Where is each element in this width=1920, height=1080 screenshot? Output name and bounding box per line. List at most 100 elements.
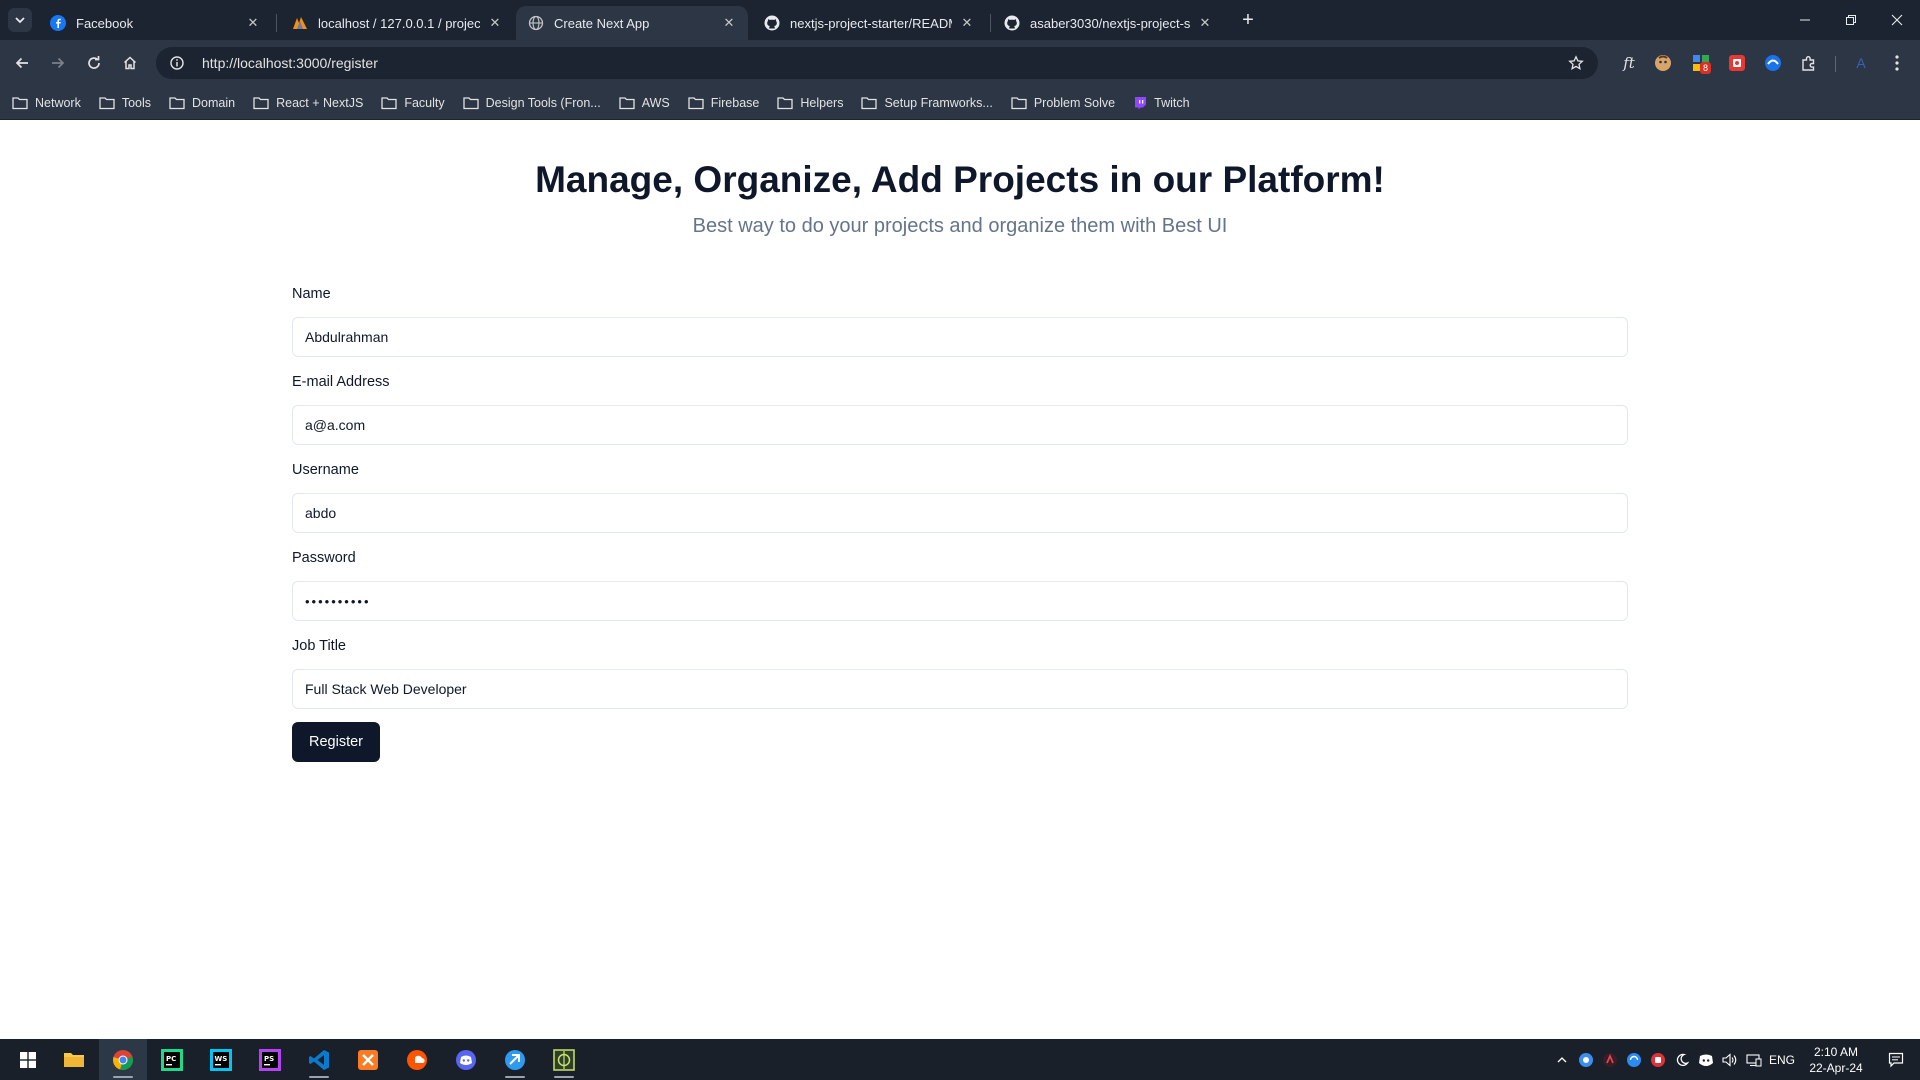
svg-text:PS: PS [264, 1055, 274, 1063]
tab-title: Create Next App [554, 15, 650, 31]
bookmark-folder-aws[interactable]: AWS [619, 96, 670, 110]
tray-discord[interactable] [1695, 1039, 1717, 1080]
close-window-button[interactable] [1874, 0, 1920, 40]
taskbar-phpstorm[interactable]: PS [246, 1039, 294, 1080]
tab-search-button[interactable] [8, 8, 32, 32]
recorder-extension-icon[interactable] [1726, 52, 1748, 74]
bookmark-folder-react-nextjs[interactable]: React + NextJS [253, 96, 363, 110]
active-indicator [309, 1076, 329, 1078]
language-indicator[interactable]: ENG [1767, 1039, 1797, 1080]
password-input[interactable]: •••••••••• [292, 581, 1628, 621]
pycharm-icon: PC [161, 1048, 183, 1071]
taskbar-app[interactable] [491, 1039, 539, 1080]
reload-button[interactable] [81, 50, 107, 76]
bookmark-label: AWS [641, 95, 670, 110]
pencil-app-icon [553, 1048, 575, 1071]
taskbar-pycharm[interactable]: PC [148, 1039, 196, 1080]
bookmark-folder-helpers[interactable]: Helpers [777, 96, 843, 110]
taskbar-xampp[interactable] [344, 1039, 392, 1080]
tab-facebook[interactable]: Facebook ✕ [38, 6, 272, 40]
site-info-icon[interactable] [160, 47, 194, 79]
tray-red-app[interactable] [1599, 1039, 1621, 1080]
tray-record-app[interactable] [1647, 1039, 1669, 1080]
name-field-group: Name Abdulrahman [292, 286, 1628, 357]
bookmark-folder-faculty[interactable]: Faculty [381, 96, 445, 110]
tab-phpmyadmin[interactable]: localhost / 127.0.0.1 / project-m ✕ [280, 6, 514, 40]
volume-button[interactable] [1719, 1039, 1741, 1080]
taskbar: PC WS PS ENG 2:10 AM 22-Apr-24 [0, 1039, 1920, 1080]
clock[interactable]: 2:10 AM 22-Apr-24 [1800, 1044, 1872, 1076]
taskbar-discord[interactable] [442, 1039, 490, 1080]
tray-blue-app[interactable] [1575, 1039, 1597, 1080]
tab-github-readme[interactable]: nextjs-project-starter/READMI ✕ [752, 6, 986, 40]
folder-icon [1011, 96, 1027, 109]
home-button[interactable] [117, 50, 143, 76]
tab-create-next-app[interactable]: Create Next App ✕ [516, 6, 748, 40]
bookmark-label: Tools [121, 95, 152, 110]
close-icon[interactable]: ✕ [958, 14, 976, 32]
speaker-icon [1722, 1052, 1737, 1067]
reload-icon [88, 56, 100, 69]
forward-button[interactable] [45, 50, 71, 76]
bookmark-folder-setup-framworks[interactable]: Setup Framworks... [861, 96, 993, 110]
clock-time: 2:10 AM [1813, 1045, 1859, 1059]
puzzle-icon[interactable] [1798, 52, 1820, 74]
tab-divider [990, 14, 991, 32]
vscode-icon [309, 1049, 329, 1070]
close-icon[interactable]: ✕ [720, 14, 738, 32]
tab-github-repo[interactable]: asaber3030/nextjs-project-star ✕ [992, 6, 1224, 40]
register-button[interactable]: Register [292, 722, 380, 762]
taskbar-file-explorer[interactable] [50, 1039, 98, 1080]
email-input[interactable]: a@a.com [292, 405, 1628, 445]
job-title-input[interactable]: Full Stack Web Developer [292, 669, 1628, 709]
twitch-icon [1135, 96, 1147, 109]
chrome-icon [113, 1049, 133, 1070]
folder-icon [688, 96, 704, 109]
blue-extension-icon[interactable] [1762, 52, 1784, 74]
taskbar-webstorm[interactable]: WS [197, 1039, 245, 1080]
close-icon[interactable]: ✕ [244, 14, 262, 32]
file-explorer-icon [64, 1052, 84, 1067]
font-extension-icon[interactable]: ft [1618, 52, 1640, 74]
taskbar-chrome[interactable] [99, 1039, 147, 1080]
start-button[interactable] [8, 1039, 48, 1080]
bookmark-star-icon[interactable] [1560, 55, 1592, 71]
avatar-extension-icon[interactable] [1652, 52, 1674, 74]
taskbar-vscode[interactable] [295, 1039, 343, 1080]
profile-avatar[interactable]: A [1850, 52, 1872, 74]
minimize-button[interactable] [1782, 0, 1828, 40]
webstorm-icon: WS [210, 1048, 232, 1071]
bookmark-folder-problem-solve[interactable]: Problem Solve [1011, 96, 1115, 110]
name-input[interactable]: Abdulrahman [292, 317, 1628, 357]
bookmark-folder-domain[interactable]: Domain [169, 96, 235, 110]
bookmark-label: Domain [192, 95, 236, 110]
bookmark-folder-tools[interactable]: Tools [99, 96, 151, 110]
show-hidden-icons-button[interactable] [1551, 1039, 1573, 1080]
address-bar[interactable]: http://localhost:3000/register [156, 47, 1598, 79]
bookmark-label: Firebase [710, 95, 760, 110]
back-button[interactable] [9, 50, 35, 76]
bookmarks-bar: Network Tools Domain React + NextJS Facu… [0, 86, 1920, 120]
username-input[interactable]: abdo [292, 493, 1628, 533]
grid-extension-icon[interactable]: 8 [1690, 52, 1712, 74]
taskbar-soundcloud[interactable] [393, 1039, 441, 1080]
tray-sync-app[interactable] [1623, 1039, 1645, 1080]
email-label: E-mail Address [292, 374, 390, 390]
notifications-button[interactable] [1876, 1039, 1916, 1080]
github-icon [1004, 15, 1020, 31]
new-tab-button[interactable]: + [1236, 8, 1260, 32]
bookmark-folder-network[interactable]: Network [12, 96, 81, 110]
active-indicator [505, 1076, 525, 1078]
bookmark-folder-design-tools[interactable]: Design Tools (Fron... [462, 96, 601, 110]
taskbar-pencil-app[interactable] [540, 1039, 588, 1080]
tray-moon-app[interactable] [1671, 1039, 1693, 1080]
bookmark-folder-firebase[interactable]: Firebase [688, 95, 760, 110]
close-icon[interactable]: ✕ [1196, 14, 1214, 32]
kebab-menu-icon[interactable] [1886, 52, 1908, 74]
chevron-down-icon [15, 17, 25, 24]
notification-icon [1888, 1052, 1904, 1067]
bookmark-twitch[interactable]: Twitch [1133, 96, 1190, 110]
close-icon[interactable]: ✕ [486, 14, 504, 32]
network-button[interactable] [1743, 1039, 1765, 1080]
restore-button[interactable] [1828, 0, 1874, 40]
